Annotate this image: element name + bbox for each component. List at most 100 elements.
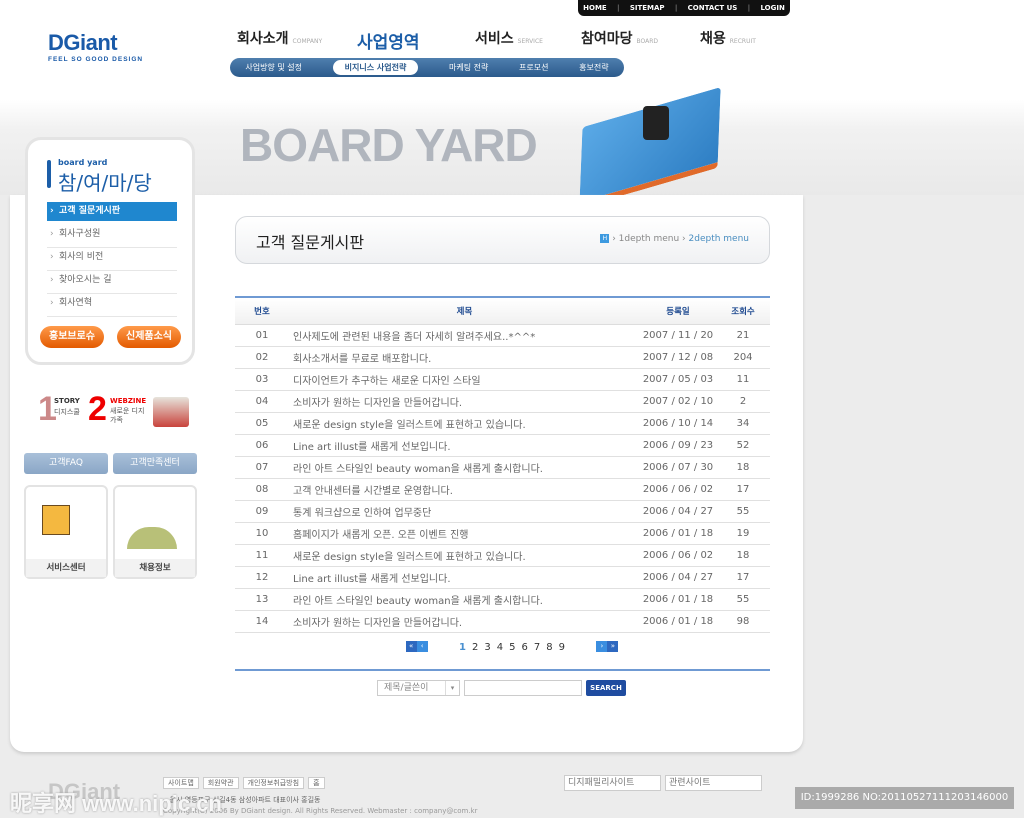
row-title[interactable]: 라인 아트 스타일인 beauty woman을 새롭게 출시합니다. <box>289 456 640 479</box>
row-title[interactable]: 새로운 design style을 일러스트에 표현하고 있습니다. <box>289 412 640 435</box>
login-link[interactable]: LOGIN <box>760 4 784 12</box>
side-item-members[interactable]: 회사구성원 <box>47 225 177 248</box>
row-number: 08 <box>235 478 289 501</box>
row-views: 17 <box>716 478 770 501</box>
table-row[interactable]: 11 새로운 design style을 일러스트에 표현하고 있습니다. 2006… <box>235 544 770 567</box>
page-link[interactable]: 8 <box>546 642 552 653</box>
row-number: 07 <box>235 456 289 479</box>
new-product-button[interactable]: 신제품소식 <box>117 326 181 348</box>
footer-link-home[interactable]: 홈 <box>308 777 325 789</box>
search-field-select[interactable]: 제목/글쓴이 ▾ <box>377 680 460 696</box>
page-title-bar: 고객 질문게시판 H › 1depth menu › 2depth menu <box>235 216 770 264</box>
row-number: 03 <box>235 368 289 391</box>
row-views: 21 <box>716 324 770 347</box>
sub-nav: 사업방향 및 설정 비지니스 사업전략 마케팅 전략 프로모션 홍보전략 <box>230 58 624 77</box>
footer-link-privacy[interactable]: 개인정보취급방침 <box>242 777 305 789</box>
chevron-down-icon: ▾ <box>445 681 459 695</box>
sitemap-link[interactable]: SITEMAP <box>630 4 665 12</box>
hills-icon <box>127 527 177 549</box>
row-title[interactable]: Line art illust를 새롭게 선보입니다. <box>289 566 640 589</box>
table-row[interactable]: 06 Line art illust를 새롭게 선보입니다. 2006 / 09 /… <box>235 434 770 457</box>
gnb-service[interactable]: 서비스 SERVICE <box>475 28 543 48</box>
logo[interactable]: DGiant FEEL SO GOOD DESIGN <box>48 30 143 63</box>
faq-button[interactable]: 고객FAQ <box>24 453 108 474</box>
table-row[interactable]: 13 라인 아트 스타일인 beauty woman을 새롭게 출시합니다. 200… <box>235 588 770 611</box>
page-link[interactable]: 5 <box>509 642 515 653</box>
table-row[interactable]: 14 소비자가 원하는 디자인을 만들어갑니다. 2006 / 01 / 18 98 <box>235 610 770 633</box>
table-row[interactable]: 02 회사소개서를 무료로 배포합니다. 2007 / 12 / 08 204 <box>235 346 770 369</box>
home-link[interactable]: HOME <box>583 4 607 12</box>
row-date: 2007 / 05 / 03 <box>640 368 716 391</box>
search-button[interactable]: SEARCH <box>586 680 626 696</box>
row-title[interactable]: 홈페이지가 새롭게 오픈. 오픈 이벤트 진행 <box>289 522 640 545</box>
row-title[interactable]: 소비자가 원하는 디자인을 만들어갑니다. <box>289 610 640 633</box>
first-page-button[interactable]: « <box>405 641 417 652</box>
subnav-item[interactable]: 마케팅 전략 <box>449 62 488 73</box>
page-link[interactable]: 2 <box>472 642 478 653</box>
brochure-button[interactable]: 홍보브로슈 <box>40 326 104 348</box>
related-site-select[interactable]: 관련사이트 <box>665 775 762 791</box>
row-date: 2007 / 11 / 20 <box>640 324 716 347</box>
family-site-select[interactable]: 디지패밀리사이트 <box>564 775 661 791</box>
subnav-item[interactable]: 홍보전략 <box>579 62 608 73</box>
row-title[interactable]: 디자이언트가 추구하는 새로운 디자인 스타일 <box>289 368 640 391</box>
prev-page-button[interactable]: ‹ <box>416 641 428 652</box>
gnb-recruit[interactable]: 채용 RECRUIT <box>700 28 756 48</box>
side-item-vision[interactable]: 회사의 비전 <box>47 248 177 271</box>
side-item-qna[interactable]: 고객 질문게시판 <box>47 202 177 221</box>
row-title[interactable]: 라인 아트 스타일인 beauty woman을 새롭게 출시합니다. <box>289 588 640 611</box>
gnb-business[interactable]: 사업영역 <box>357 28 420 53</box>
subnav-item[interactable]: 프로모션 <box>519 62 548 73</box>
side-item-history[interactable]: 회사연혁 <box>47 294 177 317</box>
row-views: 2 <box>716 390 770 413</box>
service-center-box[interactable]: 서비스센터 <box>24 485 108 579</box>
page-link[interactable]: 7 <box>534 642 540 653</box>
subnav-item[interactable]: 사업방향 및 설정 <box>245 62 302 73</box>
table-row[interactable]: 04 소비자가 원하는 디자인을 만들어갑니다. 2007 / 02 / 10 2 <box>235 390 770 413</box>
table-row[interactable]: 01 인사제도에 관련된 내용을 좀더 자세히 알려주세요..*^^* 2007 /… <box>235 324 770 347</box>
row-number: 06 <box>235 434 289 457</box>
promo-banner[interactable]: 1 STORY 디지스쿨 2 WEBZINE 새로운 디지가족 <box>38 385 198 435</box>
row-title[interactable]: 새로운 design style을 일러스트에 표현하고 있습니다. <box>289 544 640 567</box>
row-views: 204 <box>716 346 770 369</box>
page-link[interactable]: 9 <box>559 642 565 653</box>
books-chair-icon <box>153 397 189 427</box>
row-number: 11 <box>235 544 289 567</box>
row-title[interactable]: 고객 안내센터를 시간별로 운영합니다. <box>289 478 640 501</box>
contact-link[interactable]: CONTACT US <box>688 4 738 12</box>
next-page-button[interactable]: › <box>596 641 608 652</box>
row-title[interactable]: Line art illust를 새롭게 선보입니다. <box>289 434 640 457</box>
row-number: 14 <box>235 610 289 633</box>
breadcrumb: H › 1depth menu › 2depth menu <box>600 234 749 244</box>
watermark-right: ID:1999286 NO:20110527111203146000 <box>795 787 1014 809</box>
table-row[interactable]: 05 새로운 design style을 일러스트에 표현하고 있습니다. 2006… <box>235 412 770 435</box>
row-number: 13 <box>235 588 289 611</box>
table-row[interactable]: 07 라인 아트 스타일인 beauty woman을 새롭게 출시합니다. 200… <box>235 456 770 479</box>
page-link[interactable]: 6 <box>521 642 527 653</box>
last-page-button[interactable]: » <box>607 641 619 652</box>
row-title[interactable]: 통계 워크샵으로 인하여 업무중단 <box>289 500 640 523</box>
search-input[interactable] <box>464 680 582 696</box>
table-row[interactable]: 03 디자이언트가 추구하는 새로운 디자인 스타일 2007 / 05 / 03 1… <box>235 368 770 391</box>
table-row[interactable]: 12 Line art illust를 새롭게 선보입니다. 2006 / 04 /… <box>235 566 770 589</box>
subnav-item-active[interactable]: 비지니스 사업전략 <box>332 60 419 75</box>
row-title[interactable]: 회사소개서를 무료로 배포합니다. <box>289 346 640 369</box>
table-row[interactable]: 10 홈페이지가 새롭게 오픈. 오픈 이벤트 진행 2006 / 01 / 18 1… <box>235 522 770 545</box>
table-row[interactable]: 09 통계 워크샵으로 인하여 업무중단 2006 / 04 / 27 55 <box>235 500 770 523</box>
row-title[interactable]: 인사제도에 관련된 내용을 좀더 자세히 알려주세요..*^^* <box>289 324 640 347</box>
row-views: 11 <box>716 368 770 391</box>
gnb-board[interactable]: 참여마당 BOARD <box>581 28 658 48</box>
gnb-company[interactable]: 회사소개 COMPANY <box>237 28 322 48</box>
utility-nav: HOME | SITEMAP | CONTACT US | LOGIN <box>578 0 790 16</box>
page-link[interactable]: 1 <box>459 642 466 653</box>
row-title[interactable]: 소비자가 원하는 디자인을 만들어갑니다. <box>289 390 640 413</box>
row-views: 17 <box>716 566 770 589</box>
recruit-info-box[interactable]: 채용정보 <box>113 485 197 579</box>
row-number: 09 <box>235 500 289 523</box>
row-date: 2006 / 10 / 14 <box>640 412 716 435</box>
side-item-directions[interactable]: 찾아오시는 길 <box>47 271 177 294</box>
page-link[interactable]: 4 <box>497 642 503 653</box>
page-link[interactable]: 3 <box>484 642 490 653</box>
satisfaction-button[interactable]: 고객만족센터 <box>113 453 197 474</box>
table-row[interactable]: 08 고객 안내센터를 시간별로 운영합니다. 2006 / 06 / 02 17 <box>235 478 770 501</box>
